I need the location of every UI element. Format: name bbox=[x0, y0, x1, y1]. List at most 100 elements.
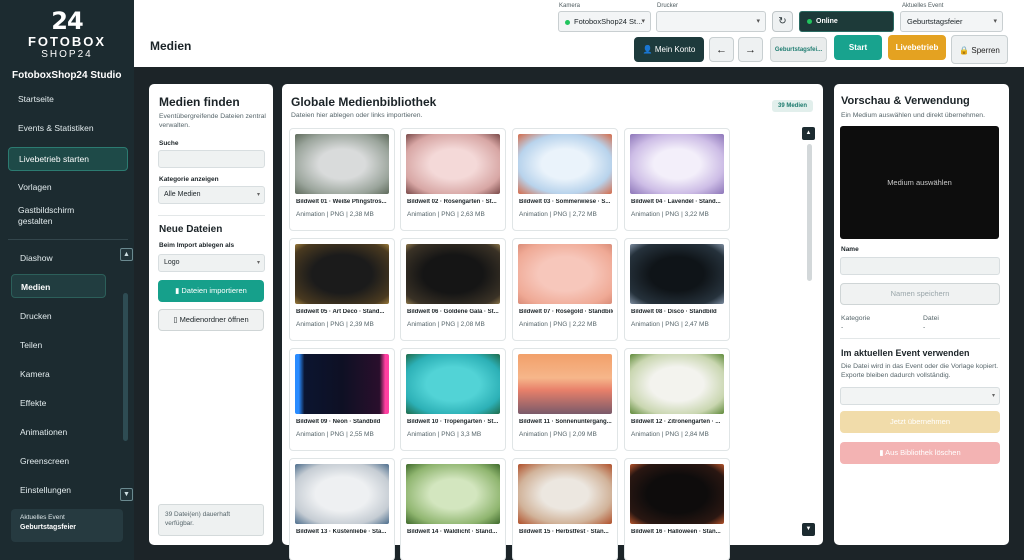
sidebar-item-greenscreen[interactable]: Greenscreen bbox=[11, 449, 106, 473]
sidebar-item-startseite[interactable]: Startseite bbox=[8, 94, 128, 105]
sidebar-item-kamera[interactable]: Kamera bbox=[11, 362, 106, 386]
open-folder-button[interactable]: ▯ Medienordner öffnen bbox=[158, 309, 264, 331]
media-name: Bildwelt 15 · Herbstfest · Stan... bbox=[519, 529, 609, 535]
media-tile[interactable]: Bildwelt 06 · Goldene Gala · St... Anima… bbox=[400, 238, 506, 341]
chevron-down-icon: ▾ bbox=[993, 18, 997, 25]
media-meta: Animation | PNG | 2,84 MB bbox=[631, 431, 709, 438]
media-thumbnail bbox=[518, 244, 612, 304]
sidebar-scroll-down-icon[interactable]: ▼ bbox=[120, 488, 133, 501]
sidebar-item-drucken[interactable]: Drucken bbox=[11, 304, 106, 328]
livebetrieb-button[interactable]: Livebetrieb bbox=[888, 35, 946, 60]
kamera-select[interactable]: FotoboxShop24 St... ▾ bbox=[558, 11, 651, 32]
sidebar-item-medien[interactable]: Medien bbox=[11, 274, 106, 298]
media-thumbnail bbox=[406, 134, 500, 194]
chevron-down-icon: ▾ bbox=[256, 260, 260, 266]
sidebar-item-diashow[interactable]: Diashow bbox=[11, 246, 106, 270]
sidebar-item-animationen[interactable]: Animationen bbox=[11, 420, 106, 444]
sidebar-divider bbox=[8, 239, 128, 240]
lock-icon: 🔒 bbox=[959, 46, 970, 55]
refresh-icon[interactable]: ↻ bbox=[772, 11, 793, 32]
media-tile[interactable]: Bildwelt 08 · Disco · Standbild Animatio… bbox=[624, 238, 730, 341]
media-name: Bildwelt 16 · Halloween · Stan... bbox=[631, 529, 721, 535]
media-library-panel: Globale Medienbibliothek Dateien hier ab… bbox=[282, 84, 823, 560]
online-status: Online bbox=[799, 11, 894, 32]
name-input[interactable] bbox=[840, 257, 1000, 275]
sidebar-item-teilen[interactable]: Teilen bbox=[11, 333, 106, 357]
preview-divider bbox=[840, 338, 1000, 339]
media-thumbnail bbox=[518, 354, 612, 414]
current-event-label: Aktuelles Event bbox=[20, 514, 65, 521]
media-meta: Animation | PNG | 2,72 MB bbox=[519, 211, 597, 218]
sperren-button[interactable]: 🔒 Sperren bbox=[951, 35, 1008, 64]
media-tile[interactable]: Bildwelt 07 · Roségold · Standbild Anima… bbox=[512, 238, 618, 341]
delete-from-library-button[interactable]: ▮ Aus Bibliothek löschen bbox=[840, 442, 1000, 464]
media-tile[interactable]: Bildwelt 12 · Zitronengarten · ... Anima… bbox=[624, 348, 730, 451]
media-tile[interactable]: Bildwelt 16 · Halloween · Stan... bbox=[624, 458, 730, 560]
media-tile[interactable]: Bildwelt 13 · Küstenliebe · Sta... bbox=[289, 458, 395, 560]
category-select[interactable]: Alle Medien ▾ bbox=[158, 186, 265, 204]
search-input[interactable] bbox=[158, 150, 265, 168]
save-name-button[interactable]: Namen speichern bbox=[840, 283, 1000, 305]
import-as-select[interactable]: Logo ▾ bbox=[158, 254, 265, 272]
import-files-button[interactable]: ▮ Dateien importieren bbox=[158, 280, 264, 302]
use-in-event-title: Im aktuellen Event verwenden bbox=[841, 348, 970, 358]
sidebar-item-livebetrieb[interactable]: Livebetrieb starten bbox=[8, 147, 128, 171]
apply-now-button[interactable]: Jetzt übernehmen bbox=[840, 411, 1000, 433]
sidebar-item-effekte[interactable]: Effekte bbox=[11, 391, 106, 415]
folder-icon: ▯ bbox=[173, 315, 178, 324]
chevron-down-icon: ▾ bbox=[641, 18, 645, 25]
sidebar-scroll-up-icon[interactable]: ▲ bbox=[120, 248, 133, 261]
media-tile[interactable]: Bildwelt 02 · Rosengarten · St... Animat… bbox=[400, 128, 506, 231]
media-count-badge: 39 Medien bbox=[772, 100, 814, 112]
library-scroll-up-icon[interactable]: ▲ bbox=[802, 127, 815, 140]
media-thumbnail bbox=[295, 354, 389, 414]
preview-subtitle: Ein Medium auswählen und direkt übernehm… bbox=[841, 112, 985, 119]
mein-konto-button[interactable]: 👤 Mein Konto bbox=[634, 37, 704, 62]
use-target-select[interactable]: ▾ bbox=[840, 387, 1000, 405]
media-name: Bildwelt 01 · Weiße Pfingstros... bbox=[296, 199, 387, 205]
sidebar-scrollbar-thumb[interactable] bbox=[123, 293, 128, 441]
media-tile[interactable]: Bildwelt 09 · Neon · Standbild Animation… bbox=[289, 348, 395, 451]
kategorie-label: Kategorie bbox=[841, 315, 871, 322]
sidebar-item-vorlagen[interactable]: Vorlagen bbox=[8, 182, 128, 193]
online-dot bbox=[807, 18, 812, 24]
forward-arrow-icon[interactable]: → bbox=[738, 37, 763, 62]
camera-status-dot bbox=[565, 19, 570, 25]
media-tile[interactable]: Bildwelt 15 · Herbstfest · Stan... bbox=[512, 458, 618, 560]
finder-subtitle: Eventübergreifende Dateien zentral verwa… bbox=[159, 113, 266, 129]
drucker-label: Drucker bbox=[657, 3, 679, 9]
start-button[interactable]: Start bbox=[834, 35, 882, 60]
event-select[interactable]: Geburtstagsfeier ▾ bbox=[900, 11, 1003, 32]
media-tile[interactable]: Bildwelt 01 · Weiße Pfingstros... Animat… bbox=[289, 128, 395, 231]
media-tile[interactable]: Bildwelt 10 · Tropengarten · St... Anima… bbox=[400, 348, 506, 451]
media-thumbnail bbox=[630, 464, 724, 524]
library-subtitle: Dateien hier ablegen oder links importie… bbox=[291, 112, 423, 119]
back-arrow-icon[interactable]: ← bbox=[709, 37, 734, 62]
event-shortcut-button[interactable]: Geburtstagsfei... bbox=[770, 37, 827, 62]
chevron-down-icon: ▾ bbox=[256, 192, 260, 198]
media-tile[interactable]: Bildwelt 11 · Sonnenuntergang... Animati… bbox=[512, 348, 618, 451]
media-name: Bildwelt 09 · Neon · Standbild bbox=[296, 419, 381, 425]
library-scroll-down-icon[interactable]: ▼ bbox=[802, 523, 815, 536]
media-tile[interactable]: Bildwelt 14 · Waldlicht · Stand... bbox=[400, 458, 506, 560]
name-label: Name bbox=[841, 246, 859, 253]
library-scrollbar-thumb[interactable] bbox=[807, 144, 812, 281]
media-tile[interactable]: Bildwelt 03 · Sommerwiese · S... Animati… bbox=[512, 128, 618, 231]
media-meta: Animation | PNG | 2,38 MB bbox=[296, 211, 374, 218]
sidebar-item-events[interactable]: Events & Statistiken bbox=[8, 123, 128, 134]
media-tile[interactable]: Bildwelt 04 · Lavendel · Stand... Animat… bbox=[624, 128, 730, 231]
media-name: Bildwelt 02 · Rosengarten · St... bbox=[407, 199, 497, 205]
open-folder-label: Medienordner öffnen bbox=[179, 315, 249, 324]
sidebar-item-einstellungen[interactable]: Einstellungen bbox=[11, 478, 106, 502]
media-meta: Animation | PNG | 2,08 MB bbox=[407, 321, 485, 328]
sidebar-item-gastbildschirm[interactable]: Gastbildschirm gestalten bbox=[8, 205, 88, 227]
drucker-select[interactable]: ▾ bbox=[656, 11, 766, 32]
chevron-down-icon: ▾ bbox=[756, 18, 760, 25]
media-tile[interactable]: Bildwelt 05 · Art Deco · Stand... Animat… bbox=[289, 238, 395, 341]
media-name: Bildwelt 10 · Tropengarten · St... bbox=[407, 419, 499, 425]
datei-label: Datei bbox=[923, 315, 939, 322]
media-thumbnail bbox=[295, 244, 389, 304]
preview-title: Vorschau & Verwendung bbox=[841, 95, 970, 107]
finder-divider bbox=[158, 215, 265, 216]
media-name: Bildwelt 13 · Küstenliebe · Sta... bbox=[296, 529, 387, 535]
